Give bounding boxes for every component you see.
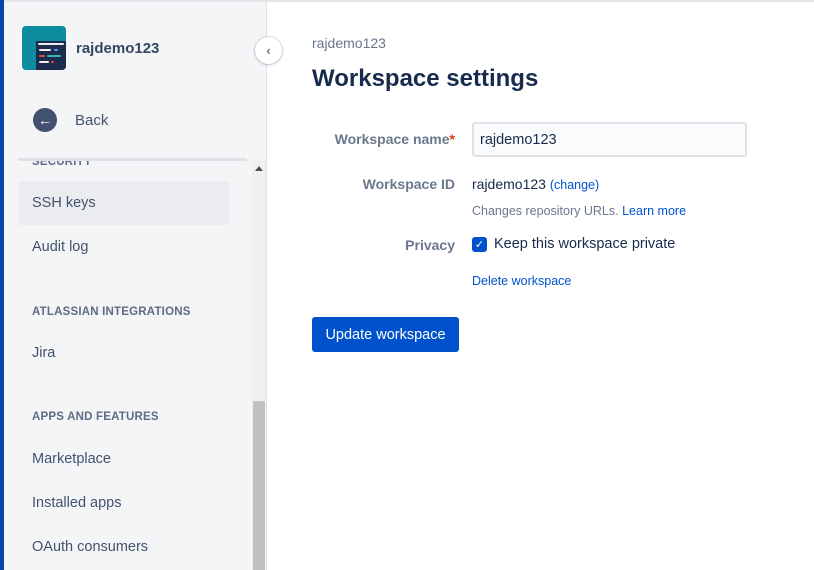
section-apps-and-features: APPS AND FEATURES xyxy=(32,411,159,423)
sidebar-nav: SECURITY SSH keys Audit log ATLASSIAN IN… xyxy=(18,158,248,568)
workspace-id-value: rajdemo123 (change) xyxy=(472,176,599,192)
privacy-label: Privacy xyxy=(405,237,455,253)
label-text: Workspace name xyxy=(334,131,450,147)
sidebar-item-installed-apps[interactable]: Installed apps xyxy=(18,481,230,525)
learn-more-link[interactable]: Learn more xyxy=(622,204,686,218)
sidebar-item-oauth-consumers[interactable]: OAuth consumers xyxy=(18,525,230,568)
checkmark-icon[interactable]: ✓ xyxy=(472,236,487,252)
delete-workspace-link[interactable]: Delete workspace xyxy=(472,274,571,288)
breadcrumb[interactable]: rajdemo123 xyxy=(312,35,386,51)
section-atlassian-integrations: ATLASSIAN INTEGRATIONS xyxy=(32,306,191,318)
workspace-logo-icon xyxy=(22,26,66,70)
chevron-left-icon: ‹ xyxy=(266,43,271,58)
workspace-name: rajdemo123 xyxy=(76,39,160,57)
required-mark: * xyxy=(449,131,455,147)
workspace-name-input[interactable] xyxy=(472,122,747,157)
workspace-id-text: rajdemo123 xyxy=(472,176,546,192)
arrow-left-icon: ← xyxy=(33,108,57,132)
back-button[interactable]: ← Back xyxy=(33,108,108,132)
page-title: Workspace settings xyxy=(312,65,539,92)
private-checkbox[interactable]: ✓ Keep this workspace private xyxy=(472,236,675,252)
sidebar-item-audit-log[interactable]: Audit log xyxy=(18,225,230,269)
workspace-id-help: Changes repository URLs. Learn more xyxy=(472,204,686,218)
workspace-name-label: Workspace name* xyxy=(335,131,455,147)
sidebar-divider xyxy=(18,158,247,161)
private-checkbox-label: Keep this workspace private xyxy=(494,236,676,252)
help-text: Changes repository URLs. xyxy=(472,204,619,218)
workspace-header[interactable]: rajdemo123 xyxy=(22,26,159,70)
back-label: Back xyxy=(75,111,109,129)
scrollbar-thumb[interactable] xyxy=(253,401,265,570)
update-workspace-button[interactable]: Update workspace xyxy=(312,317,459,352)
scroll-up-arrow-icon[interactable] xyxy=(255,166,263,171)
collapse-sidebar-button[interactable]: ‹ xyxy=(255,37,282,64)
sidebar-item-marketplace[interactable]: Marketplace xyxy=(18,437,230,481)
workspace-id-label: Workspace ID xyxy=(362,176,455,192)
sidebar-item-ssh-keys[interactable]: SSH keys xyxy=(18,181,230,225)
change-id-link[interactable]: (change) xyxy=(550,178,599,192)
sidebar-item-jira[interactable]: Jira xyxy=(18,331,230,375)
